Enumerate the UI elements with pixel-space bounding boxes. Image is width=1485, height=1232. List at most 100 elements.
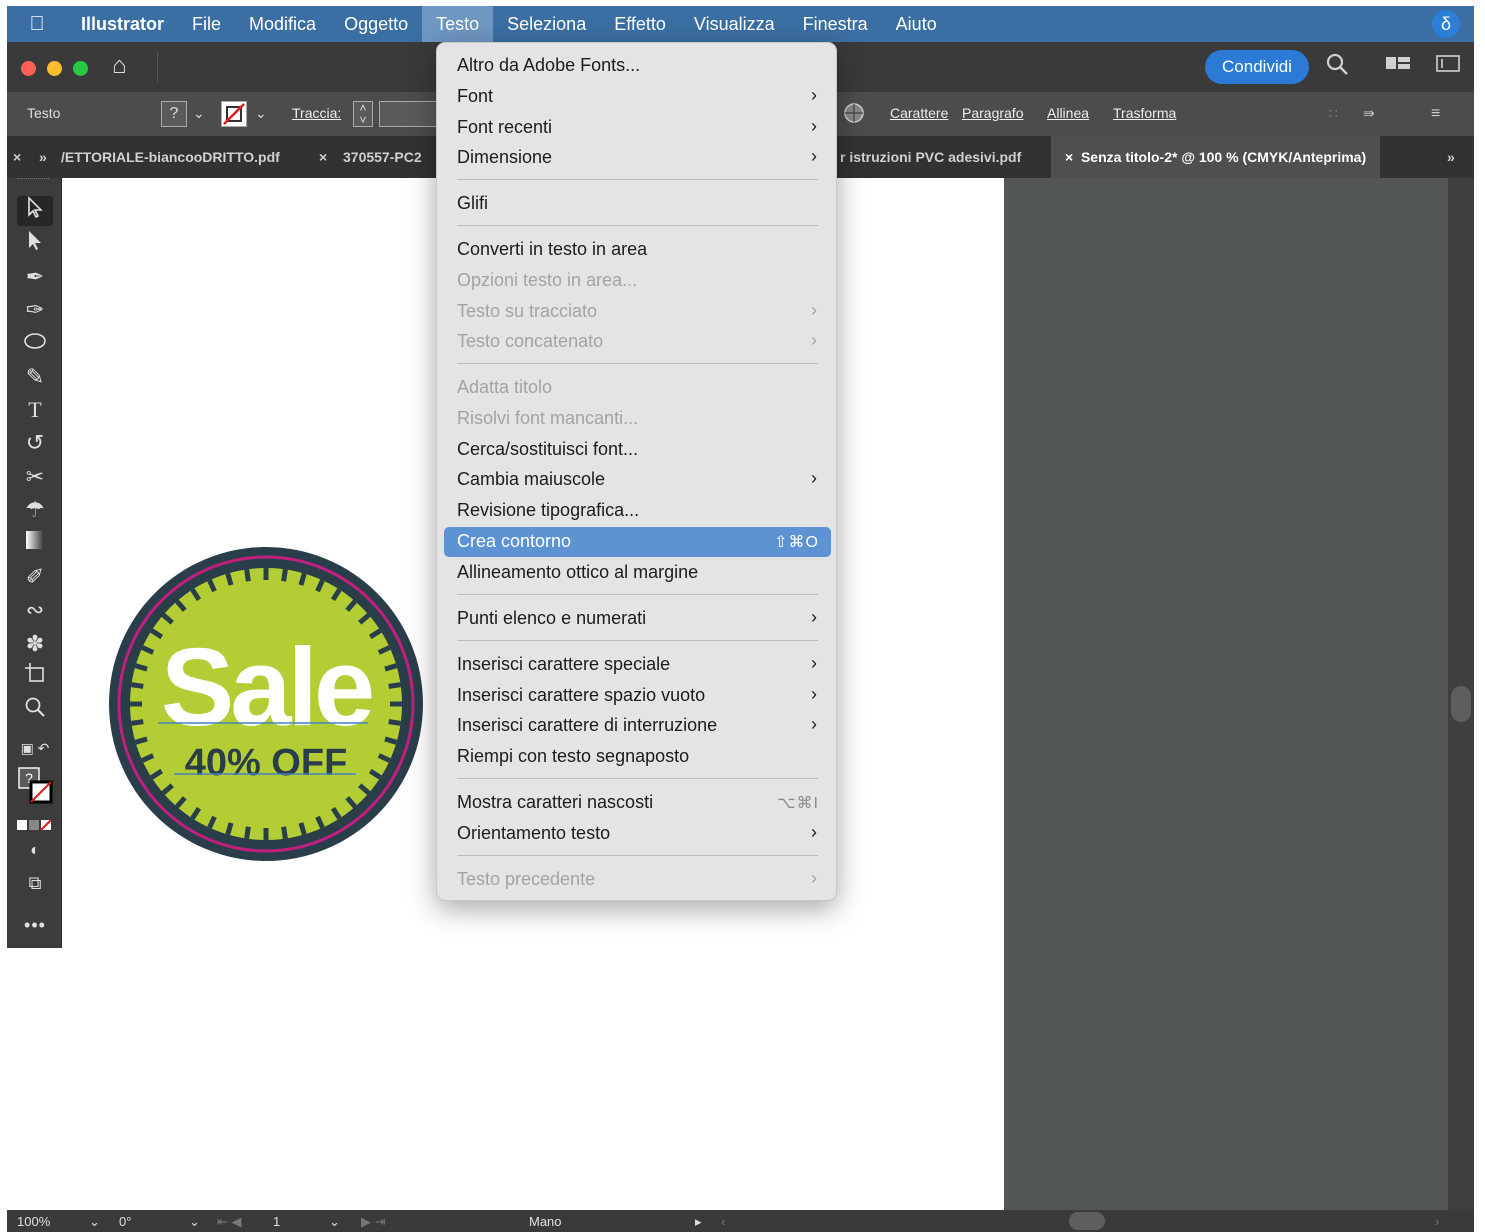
paintbrush-tool-icon[interactable]: ✎ (17, 362, 53, 392)
search-icon[interactable] (1325, 52, 1349, 82)
chevron-down-icon[interactable]: ⌄ (255, 105, 267, 122)
artboard-tool-icon[interactable] (17, 662, 53, 692)
close-tab-icon[interactable]: × (1065, 149, 1073, 165)
tab-active-document[interactable]: × Senza titolo-2* @ 100 % (CMYK/Anteprim… (1051, 136, 1381, 178)
scissors-tool-icon[interactable]: ✂ (17, 462, 53, 492)
chevron-down-icon[interactable]: ⌄ (329, 1214, 340, 1230)
minimize-window-button[interactable] (47, 61, 62, 76)
apple-icon[interactable]:  (7, 13, 67, 36)
menu-item-mostra-caratteri-nascosti[interactable]: Mostra caratteri nascosti ⌥⌘I (444, 788, 831, 818)
menu-item-inserisci-carattere-spazio-vuoto[interactable]: Inserisci carattere spazio vuoto › (444, 681, 831, 711)
menu-item-glifi[interactable]: Glifi (444, 189, 831, 219)
fill-stroke-swatches[interactable]: ? (17, 766, 53, 810)
workspace-layout-icon[interactable] (1385, 52, 1411, 80)
paragraph-panel-link[interactable]: Paragrafo (962, 105, 1023, 121)
menu-item-crea-contorno[interactable]: Crea contorno ⇧⌘O (444, 527, 831, 557)
edit-toolbar-icon[interactable]: ••• (17, 910, 53, 940)
menu-item-dimensione[interactable]: Dimensione › (444, 143, 831, 173)
sale-badge-artwork[interactable]: Sale 40% OFF (106, 545, 430, 863)
tabs-overflow-icon[interactable]: » (1447, 136, 1455, 178)
symbol-sprayer-tool-icon[interactable]: ✽ (17, 629, 53, 659)
scroll-left-icon[interactable]: ‹ (721, 1214, 725, 1229)
curvature-tool-icon[interactable]: ✑ (17, 295, 53, 325)
home-icon[interactable]: ⌂ (112, 52, 127, 80)
align-panel-link[interactable]: Allinea (1047, 105, 1089, 121)
menu-illustrator[interactable]: Illustrator (67, 6, 178, 42)
menu-oggetto[interactable]: Oggetto (330, 6, 422, 42)
draw-mode-icon[interactable]: ◐ (17, 836, 53, 866)
menu-item-font-recenti[interactable]: Font recenti › (444, 113, 831, 143)
puppet-warp-tool-icon[interactable]: ☂ (17, 495, 53, 525)
menu-visualizza[interactable]: Visualizza (680, 6, 789, 42)
menu-testo[interactable]: Testo (422, 6, 494, 42)
tab-document-2[interactable]: 370557-PC2 (343, 136, 422, 178)
tabs-scroll-left-icon[interactable]: » (39, 136, 47, 178)
blend-tool-icon[interactable]: ∾ (17, 595, 53, 625)
menu-item-orientamento-testo[interactable]: Orientamento testo › (444, 819, 831, 849)
stroke-weight-field[interactable] (379, 101, 439, 127)
share-button[interactable]: Condividi (1205, 50, 1309, 84)
direct-selection-tool-icon[interactable] (17, 229, 53, 259)
scrollbar-thumb[interactable] (1451, 686, 1471, 722)
status-menu-icon[interactable]: ▸ (695, 1214, 702, 1230)
rotation-value[interactable]: 0° (119, 1214, 131, 1229)
menu-item-converti-in-testo-in-area[interactable]: Converti in testo in area (444, 235, 831, 265)
menu-item-punti-elenco-e-numerati[interactable]: Punti elenco e numerati › (444, 604, 831, 634)
menu-item-cerca-sostituisci-font[interactable]: Cerca/sostituisci font... (444, 435, 831, 465)
selection-tool-icon[interactable] (17, 196, 53, 226)
horizontal-scroll-thumb[interactable] (1069, 1212, 1105, 1230)
screen-mode-icon[interactable]: ⧉ (17, 868, 53, 898)
recolor-artwork-icon[interactable] (843, 102, 865, 127)
menu-aiuto[interactable]: Aiuto (882, 6, 951, 42)
chevron-down-icon[interactable]: ⌄ (193, 105, 205, 122)
default-fill-stroke-icon[interactable]: ▣ ↶ (17, 733, 53, 763)
toolbar-grip[interactable] (17, 178, 49, 184)
arrange-icon[interactable]: ⇛ (1363, 105, 1375, 122)
menu-item-inserisci-carattere-di-interruzione[interactable]: Inserisci carattere di interruzione › (444, 711, 831, 741)
siri-icon[interactable]: δ (1432, 10, 1460, 38)
tab-document-3[interactable]: r istruzioni PVC adesivi.pdf (840, 136, 1021, 178)
gradient-tool-icon[interactable] (17, 529, 53, 559)
panel-toggle-icon[interactable] (1435, 52, 1461, 80)
ellipse-tool-icon[interactable] (17, 328, 53, 358)
zoom-tool-icon[interactable] (17, 696, 53, 726)
menu-item-revisione-tipografica[interactable]: Revisione tipografica... (444, 496, 831, 526)
menu-item-allineamento-ottico-al-margine[interactable]: Allineamento ottico al margine (444, 558, 831, 588)
scroll-right-icon[interactable]: › (1435, 1214, 1439, 1229)
fill-swatch[interactable]: ? (161, 101, 187, 127)
zoom-window-button[interactable] (73, 61, 88, 76)
close-tab-icon[interactable]: × (13, 136, 21, 178)
menu-effetto[interactable]: Effetto (600, 6, 680, 42)
stroke-swatch[interactable] (221, 101, 247, 127)
menu-finestra[interactable]: Finestra (789, 6, 882, 42)
chevron-down-icon[interactable]: ⌄ (89, 1214, 100, 1230)
transform-panel-link[interactable]: Trasforma (1113, 105, 1176, 121)
rotate-tool-icon[interactable]: ↺ (17, 428, 53, 458)
menu-modifica[interactable]: Modifica (235, 6, 330, 42)
pasteboard[interactable] (1004, 178, 1448, 1210)
last-artboard-icon[interactable]: ▶ ⇥ (361, 1214, 386, 1230)
panel-menu-icon[interactable]: ≡ (1431, 105, 1440, 123)
menu-seleziona[interactable]: Seleziona (493, 6, 600, 42)
type-tool-icon[interactable]: T (17, 395, 53, 425)
first-artboard-icon[interactable]: ⇤ ◀ (217, 1214, 242, 1230)
menu-item-cambia-maiuscole[interactable]: Cambia maiuscole › (444, 465, 831, 495)
vertical-scrollbar[interactable] (1448, 178, 1474, 1210)
menu-item-altro-da-adobe-fonts[interactable]: Altro da Adobe Fonts... (444, 51, 831, 81)
menu-item-riempi-con-testo-segnaposto[interactable]: Riempi con testo segnaposto (444, 742, 831, 772)
align-grid-icon[interactable]: ∷ (1329, 105, 1338, 122)
menu-item-inserisci-carattere-speciale[interactable]: Inserisci carattere speciale › (444, 650, 831, 680)
menu-file[interactable]: File (178, 6, 235, 42)
stroke-weight-stepper[interactable]: ˄ ˅ (353, 101, 373, 127)
artboard-number[interactable]: 1 (273, 1214, 280, 1229)
character-panel-link[interactable]: Carattere (890, 105, 948, 121)
tab-document-1[interactable]: /ETTORIALE-biancooDRITTO.pdf (61, 136, 280, 178)
close-window-button[interactable] (21, 61, 36, 76)
chevron-down-icon[interactable]: ⌄ (189, 1214, 200, 1230)
eyedropper-tool-icon[interactable]: ✐ (17, 562, 53, 592)
stroke-label[interactable]: Traccia: (292, 105, 341, 121)
close-tab-icon[interactable]: × (319, 136, 327, 178)
zoom-level[interactable]: 100% (17, 1214, 50, 1229)
menu-item-font[interactable]: Font › (444, 82, 831, 112)
pen-tool-icon[interactable]: ✒ (17, 262, 53, 292)
